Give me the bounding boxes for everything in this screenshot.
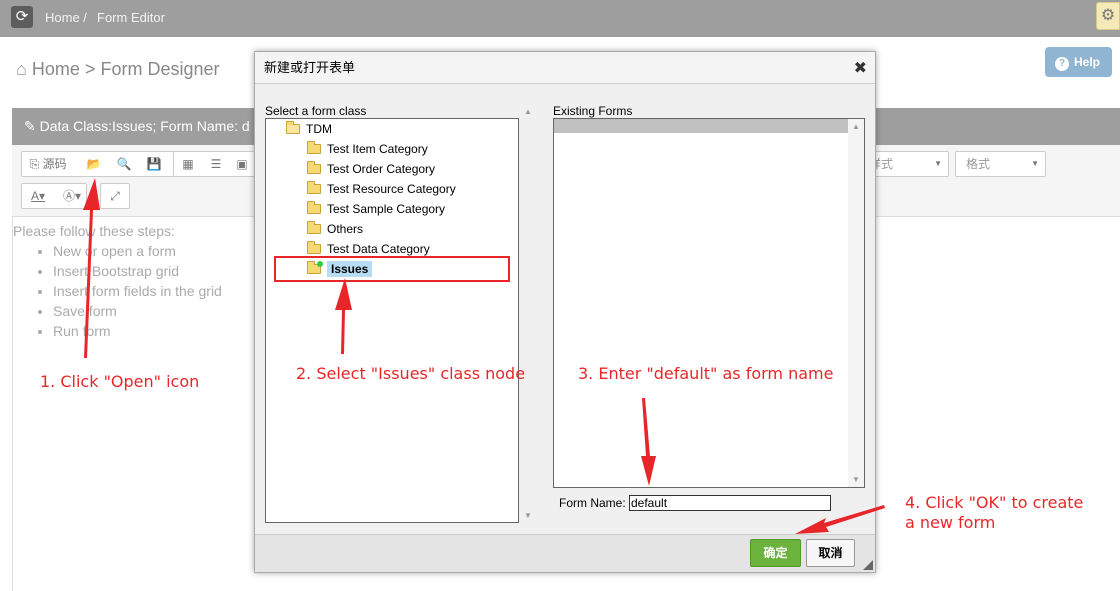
tree-node[interactable]: Test Order Category: [307, 161, 435, 176]
cancel-button[interactable]: 取消: [806, 539, 855, 567]
breadcrumb-current: Form Editor: [97, 10, 165, 25]
form-class-tree[interactable]: TDM Test Item Category Test Order Catego…: [265, 118, 519, 523]
annotation-step4-line1: 4. Click "OK" to create: [905, 493, 1084, 512]
instructions-intro: Please follow these steps:: [13, 223, 175, 239]
tree-node[interactable]: Others: [307, 221, 363, 236]
list-item: New or open a form: [53, 241, 222, 261]
tree-label: Select a form class: [265, 104, 367, 118]
tree-node[interactable]: Test Resource Category: [307, 181, 456, 196]
list-item[interactable]: [554, 119, 848, 133]
page-title: Form Designer: [100, 59, 220, 79]
table-icon[interactable]: ▦: [174, 152, 202, 176]
save-icon[interactable]: 💾: [140, 152, 168, 176]
refresh-icon[interactable]: ⟳: [11, 6, 33, 28]
font-color-icon[interactable]: A▾: [22, 184, 54, 208]
scroll-up-icon[interactable]: ▲: [852, 122, 860, 131]
folder-icon: [307, 161, 321, 174]
highlight-box: [274, 256, 510, 282]
toolbar-group-2: ▦ ☰ ▣: [173, 151, 255, 177]
page-separator: >: [84, 59, 96, 79]
help-button[interactable]: ? Help: [1045, 47, 1112, 77]
folder-icon: [307, 141, 321, 154]
tree-scrollbar[interactable]: ▲ ▼: [521, 105, 535, 523]
steps-list: New or open a form Insert Bootstrap grid…: [53, 241, 222, 341]
home-icon[interactable]: ⌂: [16, 59, 27, 79]
new-or-open-form-dialog: 新建或打开表单 ✖ Select a form class TDM Test I…: [254, 51, 876, 573]
annotation-step1: 1. Click "Open" icon: [40, 372, 200, 391]
list-icon[interactable]: ☰: [202, 152, 230, 176]
gear-icon[interactable]: ⚙: [1096, 2, 1120, 30]
background-color-icon[interactable]: Ⓐ▾: [56, 184, 88, 208]
top-bar: ⟳ Home / Form Editor ⚙: [0, 0, 1120, 37]
toolbar-group-3: A▾ Ⓐ▾: [21, 183, 87, 209]
open-folder-icon[interactable]: 📂: [80, 152, 108, 176]
tree-node[interactable]: Test Sample Category: [307, 201, 445, 216]
list-item: Insert Bootstrap grid: [53, 261, 222, 281]
maximize-icon[interactable]: ⤢: [101, 184, 129, 208]
scroll-down-icon[interactable]: ▼: [852, 475, 860, 484]
toolbar-group-4: ⤢: [100, 183, 130, 209]
folder-icon: [307, 181, 321, 194]
chevron-down-icon: ▼: [1031, 159, 1039, 168]
image-icon[interactable]: ▣: [230, 152, 254, 176]
ok-button[interactable]: 确定: [750, 539, 801, 567]
folder-icon: [307, 221, 321, 234]
source-button[interactable]: ⎘ 源码: [22, 152, 74, 176]
annotation-step3: 3. Enter "default" as form name: [578, 364, 834, 383]
format-dropdown[interactable]: 格式 ▼: [955, 151, 1046, 177]
tree-node[interactable]: Test Data Category: [307, 241, 430, 256]
scroll-up-icon[interactable]: ▲: [524, 107, 532, 116]
tree-node[interactable]: Test Item Category: [307, 141, 428, 156]
pencil-icon: ✎: [24, 118, 36, 134]
preview-icon[interactable]: 🔍: [110, 152, 138, 176]
form-name-label: Form Name:: [559, 496, 626, 510]
page-home-link[interactable]: Home: [32, 59, 80, 79]
list-item: Save form: [53, 301, 222, 321]
annotation-step4-line2: a new form: [905, 513, 996, 532]
tree-node-tdm[interactable]: TDM: [286, 121, 332, 136]
instructions: Please follow these steps: New or open a…: [13, 221, 222, 341]
help-label: Help: [1074, 55, 1101, 69]
open-folder-icon: [286, 121, 300, 134]
folder-icon: [307, 201, 321, 214]
toolbar-group-1: ⎘ 源码 📂 🔍 💾: [21, 151, 178, 177]
form-name-input[interactable]: default: [629, 495, 831, 511]
help-icon: ?: [1055, 57, 1069, 71]
breadcrumb-home[interactable]: Home /: [45, 10, 87, 25]
dialog-title: 新建或打开表单: [255, 52, 875, 84]
resize-grip-icon[interactable]: [863, 560, 873, 570]
list-item: Insert form fields in the grid: [53, 281, 222, 301]
existing-forms-label: Existing Forms: [553, 104, 633, 118]
scroll-down-icon[interactable]: ▼: [524, 511, 532, 520]
folder-icon: [307, 241, 321, 254]
list-item: Run form: [53, 321, 222, 341]
close-icon[interactable]: ✖: [854, 58, 867, 78]
panel-header-text: Data Class:Issues; Form Name: d: [39, 118, 250, 134]
forms-scrollbar[interactable]: ▲ ▼: [848, 119, 864, 487]
chevron-down-icon: ▼: [934, 159, 942, 168]
existing-forms-list[interactable]: ▲ ▼: [553, 118, 865, 488]
annotation-step2: 2. Select "Issues" class node: [296, 364, 526, 383]
page-header: ⌂ Home > Form Designer: [16, 59, 219, 80]
